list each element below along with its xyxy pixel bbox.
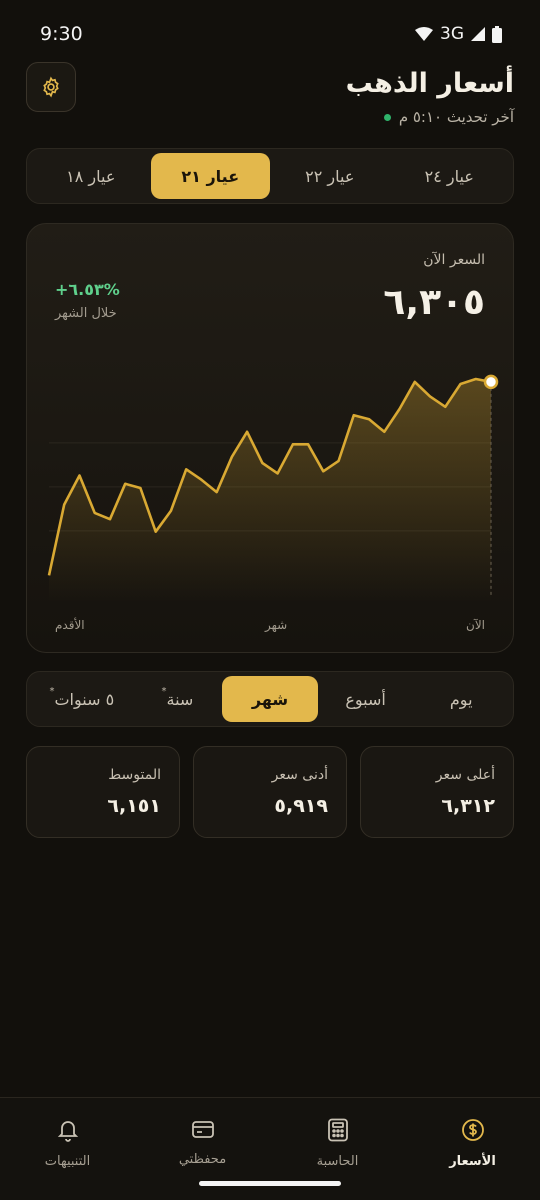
last-update-text: آخر تحديث ٥:١٠ م <box>398 108 514 126</box>
stat-value: ٦,٣١٢ <box>441 795 495 817</box>
stat-label: المتوسط <box>108 767 161 783</box>
nav-label: الأسعار <box>449 1154 496 1169</box>
karat-tab-21[interactable]: عيار ٢١ <box>150 153 270 199</box>
range-tab-month[interactable]: شهر <box>222 676 318 722</box>
current-price-label: السعر الآن <box>423 252 485 268</box>
current-price-point[interactable] <box>483 374 499 390</box>
price-stats: أعلى سعر ٦,٣١٢ أدنى سعر ٥,٩١٩ المتوسط ٦,… <box>26 746 514 838</box>
karat-tab-24[interactable]: عيار ٢٤ <box>390 153 510 199</box>
karat-selector: عيار ٢٤ عيار ٢٢ عيار ٢١ عيار ١٨ <box>26 148 514 204</box>
x-tick-label-now: الآن <box>466 618 485 632</box>
stat-card-low: أدنى سعر ٥,٩١٩ <box>193 746 347 838</box>
range-tab-5-years[interactable]: ٥ سنوات * <box>31 676 127 722</box>
x-tick-label-oldest: الأقدم <box>55 618 85 632</box>
home-indicator <box>199 1181 341 1186</box>
price-change-label: خلال الشهر <box>55 306 117 321</box>
nav-item-prices[interactable]: الأسعار <box>405 1098 540 1200</box>
wifi-icon <box>415 27 433 41</box>
wallet-icon <box>191 1121 214 1138</box>
x-tick-label-month: شهر <box>265 618 288 632</box>
bell-icon <box>57 1121 78 1142</box>
price-change-value: +٦.٥٣% <box>55 280 120 299</box>
nav-item-alerts[interactable]: التنبيهات <box>0 1098 135 1200</box>
karat-tab-18[interactable]: عيار ١٨ <box>31 153 151 199</box>
range-tab-day[interactable]: يوم <box>413 676 509 722</box>
network-type: 3G <box>440 24 464 44</box>
page-title: أسعار الذهب <box>345 68 514 99</box>
live-status-dot <box>383 113 391 121</box>
price-chart-card: السعر الآن ٦,٣٠٥ +٦.٥٣% خلال الشهر الأقد… <box>26 223 514 653</box>
stat-card-average: المتوسط ٦,١٥١ <box>26 746 180 838</box>
nav-label: التنبيهات <box>44 1154 91 1169</box>
status-icons: 3G <box>414 24 502 44</box>
stat-label: أدنى سعر <box>271 767 328 783</box>
nav-label: الحاسبة <box>316 1154 359 1169</box>
header: أسعار الذهب آخر تحديث ٥:١٠ م <box>26 62 514 132</box>
stat-value: ٥,٩١٩ <box>274 795 328 817</box>
stat-label: أعلى سعر <box>435 767 495 783</box>
last-update: آخر تحديث ٥:١٠ م <box>383 108 514 126</box>
calculator-icon <box>327 1118 348 1142</box>
battery-icon <box>492 25 502 43</box>
premium-marker: * <box>49 685 55 697</box>
range-tab-week[interactable]: أسبوع <box>318 676 414 722</box>
gear-icon <box>43 76 59 98</box>
karat-tab-22[interactable]: عيار ٢٢ <box>270 153 390 199</box>
stat-card-high: أعلى سعر ٦,٣١٢ <box>360 746 514 838</box>
settings-button[interactable] <box>26 62 76 112</box>
dollar-coin-icon <box>461 1119 484 1141</box>
range-selector: يوم أسبوع شهر سنة * ٥ سنوات * <box>26 671 514 727</box>
current-price-value: ٦,٣٠٥ <box>383 282 485 323</box>
status-bar: 9:30 3G <box>0 0 540 68</box>
nav-label: محفظتي <box>178 1152 227 1167</box>
range-tab-year[interactable]: سنة * <box>127 676 223 722</box>
status-time: 9:30 <box>40 23 83 45</box>
stat-value: ٦,١٥١ <box>107 795 161 817</box>
premium-marker: * <box>161 685 167 697</box>
signal-icon <box>471 27 485 41</box>
price-area-fill <box>49 379 491 602</box>
